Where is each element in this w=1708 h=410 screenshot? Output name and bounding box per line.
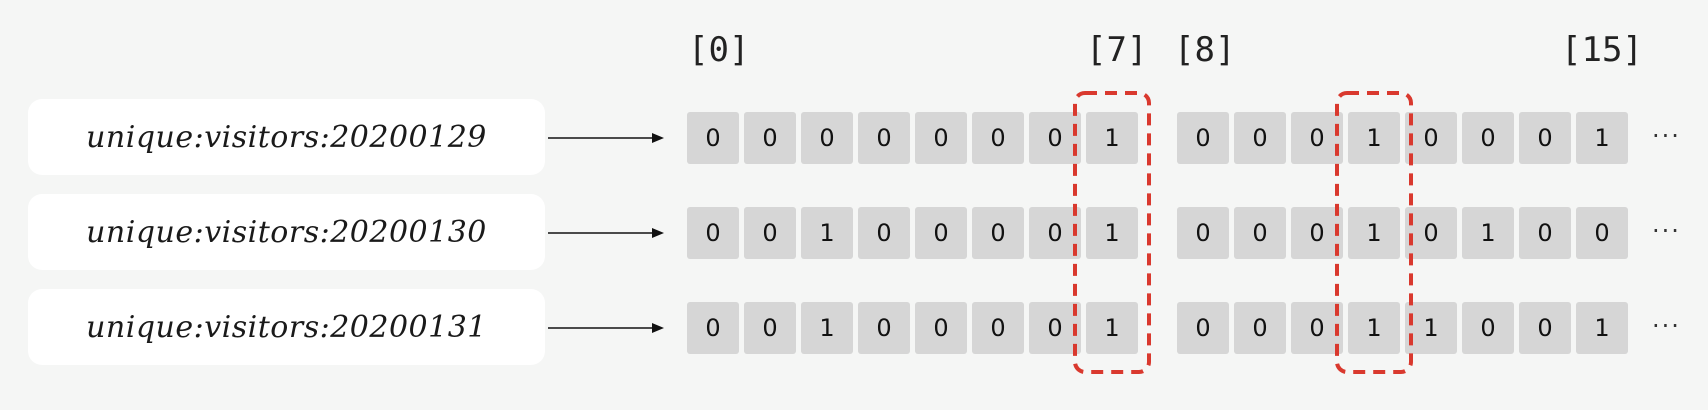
bit-cell: 0 [1234,302,1286,354]
index-label-7: [7] [1086,30,1148,70]
bit-cell: 0 [1519,112,1571,164]
bit-cell: 0 [915,207,967,259]
bit-cell: 0 [1519,207,1571,259]
bit-cell: 0 [744,112,796,164]
bit-cell: 0 [1291,302,1343,354]
key-label: unique:visitors:20200129 [86,119,487,155]
bit-cell: 0 [1029,112,1081,164]
bit-cell: 0 [915,112,967,164]
bit-cell: 0 [1462,112,1514,164]
bit-cell: 0 [858,302,910,354]
bit-cell: 1 [1576,112,1628,164]
ellipsis: ··· [1652,122,1681,150]
index-label-0: [0] [688,30,750,70]
bit-cell: 0 [1405,112,1457,164]
ellipsis: ··· [1652,217,1681,245]
bit-cell: 0 [1291,112,1343,164]
bit-cell: 0 [1177,302,1229,354]
key-label: unique:visitors:20200130 [86,214,487,250]
bit-cell: 0 [1177,207,1229,259]
bit-cell: 1 [1576,302,1628,354]
arrow-right-icon [548,323,664,333]
bitmap-diagram: [0] [7] [8] [15] unique:visitors:2020012… [0,0,1708,410]
key-label: unique:visitors:20200131 [86,309,487,345]
bit-cell: 0 [687,302,739,354]
bit-cell: 0 [1291,207,1343,259]
bit-cell: 0 [972,302,1024,354]
arrow-right-icon [548,133,664,143]
bit-cell: 0 [1234,207,1286,259]
bit-cell: 1 [1086,302,1138,354]
bit-cell: 0 [1177,112,1229,164]
key-box-row-2: unique:visitors:20200130 [28,194,545,270]
bit-cell: 1 [1348,302,1400,354]
bit-cell: 0 [1029,302,1081,354]
bit-cell: 0 [1462,302,1514,354]
arrow-right-icon [548,228,664,238]
bit-cell: 1 [801,302,853,354]
bit-cell: 0 [801,112,853,164]
bit-cell: 1 [1348,112,1400,164]
bit-cell: 0 [972,207,1024,259]
index-label-8: [8] [1174,30,1236,70]
bit-cell: 0 [1405,207,1457,259]
bit-cell: 0 [744,302,796,354]
bit-cell: 0 [1576,207,1628,259]
bit-cell: 1 [1086,207,1138,259]
bit-cell: 1 [1086,112,1138,164]
index-label-15: [15] [1561,30,1643,70]
bit-cell: 0 [858,207,910,259]
key-box-row-3: unique:visitors:20200131 [28,289,545,365]
bit-cell: 0 [1029,207,1081,259]
bit-cell: 0 [915,302,967,354]
key-box-row-1: unique:visitors:20200129 [28,99,545,175]
bit-cell: 0 [687,112,739,164]
ellipsis: ··· [1652,312,1681,340]
bit-cell: 1 [1405,302,1457,354]
bit-cell: 0 [1234,112,1286,164]
bit-cell: 1 [801,207,853,259]
bit-cell: 0 [972,112,1024,164]
bit-cell: 0 [1519,302,1571,354]
bit-cell: 1 [1348,207,1400,259]
bit-cell: 0 [858,112,910,164]
bit-cell: 0 [687,207,739,259]
bit-cell: 0 [744,207,796,259]
bit-cell: 1 [1462,207,1514,259]
